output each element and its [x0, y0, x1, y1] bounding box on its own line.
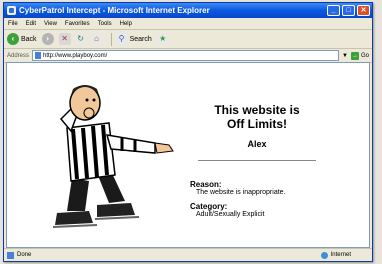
go-arrow-icon: →: [350, 51, 359, 60]
go-button[interactable]: → Go: [350, 51, 369, 60]
menu-help[interactable]: Help: [120, 21, 132, 27]
address-dropdown-icon[interactable]: ▼: [342, 53, 348, 59]
go-label: Go: [360, 52, 369, 59]
ie-icon: [7, 6, 16, 15]
back-label: Back: [21, 35, 37, 43]
toolbar: ‹ Back › ✕ ↻ ⌂ ⚲ Search ★: [4, 30, 372, 49]
browser-window: CyberPatrol Intercept - Microsoft Intern…: [3, 2, 373, 262]
status-done: Done: [7, 251, 321, 259]
menu-bar: File Edit View Favorites Tools Help: [4, 18, 372, 30]
stop-icon[interactable]: ✕: [58, 33, 71, 45]
block-title-line1: This website is: [214, 103, 300, 117]
forward-arrow-icon: ›: [41, 33, 54, 45]
category-value: Adult/Sexually Explicit: [196, 211, 265, 218]
page-content: This website is Off Limits! Alex Reason:…: [6, 62, 370, 248]
maximize-icon[interactable]: □: [342, 5, 355, 16]
block-message: This website is Off Limits! Alex: [187, 103, 327, 161]
category-label: Category:: [190, 202, 228, 211]
window-title: CyberPatrol Intercept - Microsoft Intern…: [19, 6, 210, 15]
refresh-icon[interactable]: ↻: [74, 33, 87, 45]
status-text: Done: [17, 252, 32, 258]
search-icon: ⚲: [115, 33, 128, 45]
status-bar: Done Internet: [4, 248, 372, 261]
menu-file[interactable]: File: [8, 21, 18, 27]
title-bar[interactable]: CyberPatrol Intercept - Microsoft Intern…: [4, 3, 372, 18]
divider: [198, 160, 316, 161]
referee-illustration: [52, 85, 174, 228]
search-button[interactable]: ⚲ Search: [115, 33, 152, 45]
address-url: http://www.playboy.com/: [43, 52, 108, 59]
status-zone: Internet: [320, 251, 351, 259]
address-bar: Address http://www.playboy.com/ ▼ → Go: [4, 49, 372, 63]
block-title-line2: Off Limits!: [227, 117, 287, 131]
favorites-icon[interactable]: ★: [156, 33, 169, 45]
block-details: Reason: The website is inappropriate. Ca…: [190, 180, 350, 224]
home-icon[interactable]: ⌂: [90, 33, 103, 45]
search-label: Search: [129, 35, 152, 43]
page-icon: [35, 52, 42, 59]
reason-value: The website is inappropriate.: [196, 189, 286, 196]
menu-favorites[interactable]: Favorites: [65, 21, 90, 27]
forward-button[interactable]: ›: [41, 33, 54, 45]
back-button[interactable]: ‹ Back: [7, 33, 37, 45]
globe-icon: [320, 251, 328, 259]
user-name: Alex: [247, 139, 267, 149]
zone-text: Internet: [330, 252, 351, 258]
reason-label: Reason:: [190, 180, 222, 189]
minimize-icon[interactable]: _: [327, 5, 340, 16]
close-icon[interactable]: ✕: [357, 5, 370, 16]
menu-view[interactable]: View: [44, 21, 57, 27]
back-arrow-icon: ‹: [7, 33, 19, 45]
address-label: Address: [7, 52, 30, 59]
address-input[interactable]: http://www.playboy.com/: [32, 50, 340, 61]
page-status-icon: [7, 251, 14, 259]
menu-tools[interactable]: Tools: [98, 21, 112, 27]
menu-edit[interactable]: Edit: [26, 21, 36, 27]
toolbar-divider: [110, 32, 112, 46]
